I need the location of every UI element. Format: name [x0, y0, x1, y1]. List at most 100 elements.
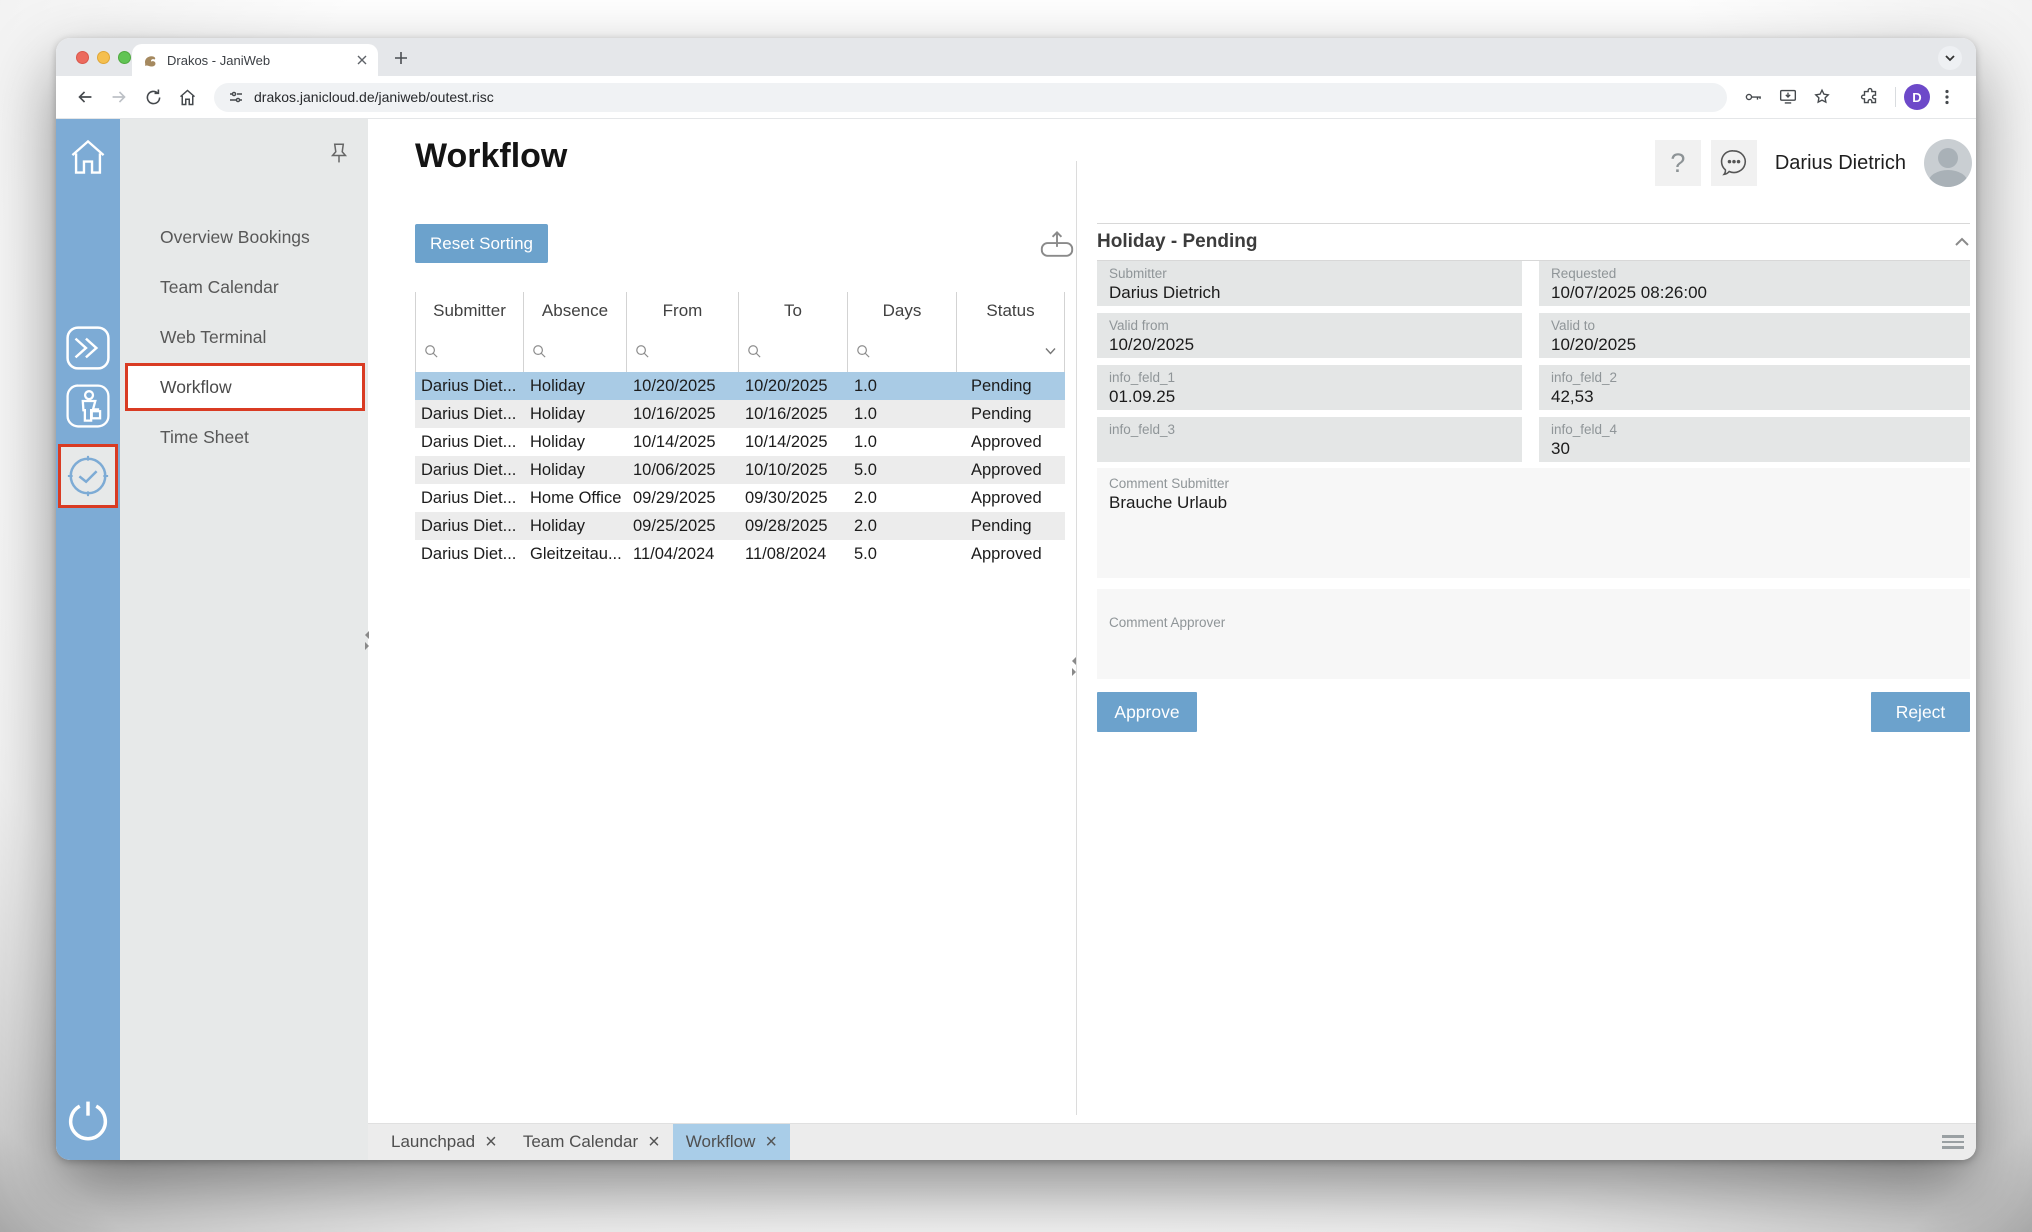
pin-icon[interactable] [326, 141, 352, 171]
cell: Darius Diet... [415, 405, 524, 424]
tab-search-button[interactable] [1938, 46, 1962, 70]
cell: 09/30/2025 [739, 489, 848, 508]
address-bar[interactable]: drakos.janicloud.de/janiweb/outest.risc [214, 83, 1727, 112]
password-key-icon[interactable] [1737, 80, 1771, 114]
filter-from[interactable] [627, 330, 739, 372]
filter-status[interactable] [957, 330, 1065, 372]
chat-bubble-icon [1717, 146, 1751, 180]
detail-title: Holiday - Pending [1097, 231, 1257, 253]
table-row[interactable]: Darius Diet...Holiday10/16/202510/16/202… [415, 400, 1065, 428]
sidebar-item-team-calendar[interactable]: Team Calendar [120, 262, 368, 312]
reject-button[interactable]: Reject [1871, 692, 1970, 732]
sidebar-menu-panel: Overview BookingsTeam CalendarWeb Termin… [120, 119, 368, 1160]
field-valid-from[interactable]: Valid from10/20/2025 [1097, 313, 1522, 358]
back-icon[interactable] [68, 80, 102, 114]
browser-menu-kebab-icon[interactable] [1930, 80, 1964, 114]
window-minimize-button[interactable] [97, 51, 110, 64]
logout-power-icon[interactable] [56, 1094, 120, 1146]
close-icon[interactable]: × [765, 1132, 777, 1152]
field-value: 30 [1551, 439, 1958, 459]
sidebar-item-workflow[interactable]: Workflow [125, 363, 365, 411]
comment-approver-field[interactable]: Comment Approver [1097, 589, 1970, 679]
column-header-from[interactable]: From [627, 292, 739, 330]
filter-days[interactable] [848, 330, 957, 372]
sidebar-item-web-terminal[interactable]: Web Terminal [120, 312, 368, 362]
tab-close-icon[interactable] [356, 54, 368, 66]
chevron-up-icon[interactable] [1954, 236, 1970, 248]
reset-sorting-button[interactable]: Reset Sorting [415, 224, 548, 263]
field-info-feld-4[interactable]: info_feld_430 [1539, 417, 1970, 462]
field-info-feld-3[interactable]: info_feld_3 [1097, 417, 1522, 462]
filter-submitter[interactable] [415, 330, 524, 372]
comment-submitter-field[interactable]: Comment Submitter Brauche Urlaub [1097, 468, 1970, 578]
column-header-absence[interactable]: Absence [524, 292, 627, 330]
filter-to[interactable] [739, 330, 848, 372]
cell: Home Office [524, 489, 627, 508]
cell: 1.0 [848, 433, 957, 452]
cell: Darius Diet... [415, 433, 524, 452]
bottom-tab-team-calendar[interactable]: Team Calendar× [510, 1124, 673, 1160]
cell: 1.0 [848, 377, 957, 396]
sidebar-resize-handle[interactable] [365, 631, 373, 651]
reload-icon[interactable] [136, 80, 170, 114]
extensions-puzzle-icon[interactable] [1853, 80, 1887, 114]
sidebar-item-time-sheet[interactable]: Time Sheet [120, 412, 368, 462]
table-row[interactable]: Darius Diet...Holiday10/20/202510/20/202… [415, 372, 1065, 400]
close-icon[interactable]: × [485, 1132, 497, 1152]
table-row[interactable]: Darius Diet...Home Office09/29/202509/30… [415, 484, 1065, 512]
table-row[interactable]: Darius Diet...Gleitzeitau...11/04/202411… [415, 540, 1065, 568]
table-filter-row [415, 330, 1065, 372]
annotation-highlight-clock [58, 444, 118, 508]
column-header-submitter[interactable]: Submitter [415, 292, 524, 330]
column-header-status[interactable]: Status [957, 292, 1065, 330]
export-icon[interactable] [1038, 229, 1076, 261]
user-avatar[interactable] [1924, 139, 1972, 187]
tab-list-menu-icon[interactable] [1942, 1135, 1964, 1149]
site-settings-icon[interactable] [228, 89, 244, 105]
filter-absence[interactable] [524, 330, 627, 372]
table-row[interactable]: Darius Diet...Holiday09/25/202509/28/202… [415, 512, 1065, 540]
forward-icon[interactable] [102, 80, 136, 114]
browser-tab[interactable]: Drakos - JaniWeb [132, 44, 378, 76]
table-row[interactable]: Darius Diet...Holiday10/06/202510/10/202… [415, 456, 1065, 484]
field-valid-to[interactable]: Valid to10/20/2025 [1539, 313, 1970, 358]
home-nav-icon[interactable] [56, 135, 120, 179]
browser-profile-avatar[interactable]: D [1904, 84, 1930, 110]
table-row[interactable]: Darius Diet...Holiday10/14/202510/14/202… [415, 428, 1065, 456]
close-icon[interactable]: × [648, 1132, 660, 1152]
bottom-tab-launchpad[interactable]: Launchpad× [378, 1124, 510, 1160]
detail-accordion-header[interactable]: Holiday - Pending [1097, 223, 1970, 261]
user-name: Darius Dietrich [1775, 152, 1906, 175]
column-header-to[interactable]: To [739, 292, 848, 330]
web-terminal-nav-icon[interactable] [56, 323, 120, 373]
bookmark-star-icon[interactable] [1805, 80, 1839, 114]
field-info-feld-1[interactable]: info_feld_101.09.25 [1097, 365, 1522, 410]
url-text: drakos.janicloud.de/janiweb/outest.risc [254, 89, 494, 105]
cell: Pending [957, 377, 1065, 396]
field-submitter[interactable]: SubmitterDarius Dietrich [1097, 261, 1522, 306]
tab-title: Drakos - JaniWeb [167, 53, 348, 68]
search-icon [424, 344, 439, 359]
employee-nav-icon[interactable] [56, 381, 120, 431]
home-icon[interactable] [170, 80, 204, 114]
comment-approver-label: Comment Approver [1109, 615, 1958, 630]
column-header-days[interactable]: Days [848, 292, 957, 330]
sidebar-item-overview-bookings[interactable]: Overview Bookings [120, 212, 368, 262]
window-zoom-button[interactable] [118, 51, 131, 64]
browser-tab-strip: Drakos - JaniWeb [56, 38, 1976, 76]
new-tab-button[interactable] [390, 47, 412, 69]
help-button[interactable]: ? [1655, 140, 1701, 186]
cell: Darius Diet... [415, 461, 524, 480]
time-sheet-nav-icon[interactable] [65, 453, 111, 499]
detail-fields-grid: SubmitterDarius Dietrich Requested10/07/2… [1097, 261, 1970, 462]
comment-submitter-value: Brauche Urlaub [1109, 493, 1958, 513]
detail-actions: Approve Reject [1097, 692, 1970, 732]
approve-button[interactable]: Approve [1097, 692, 1197, 732]
chat-button[interactable] [1711, 140, 1757, 186]
field-info-feld-2[interactable]: info_feld_242,53 [1539, 365, 1970, 410]
bottom-tab-workflow[interactable]: Workflow× [673, 1124, 790, 1160]
window-close-button[interactable] [76, 51, 89, 64]
install-app-icon[interactable] [1771, 80, 1805, 114]
dropdown-caret-icon [1045, 347, 1056, 355]
field-requested[interactable]: Requested10/07/2025 08:26:00 [1539, 261, 1970, 306]
